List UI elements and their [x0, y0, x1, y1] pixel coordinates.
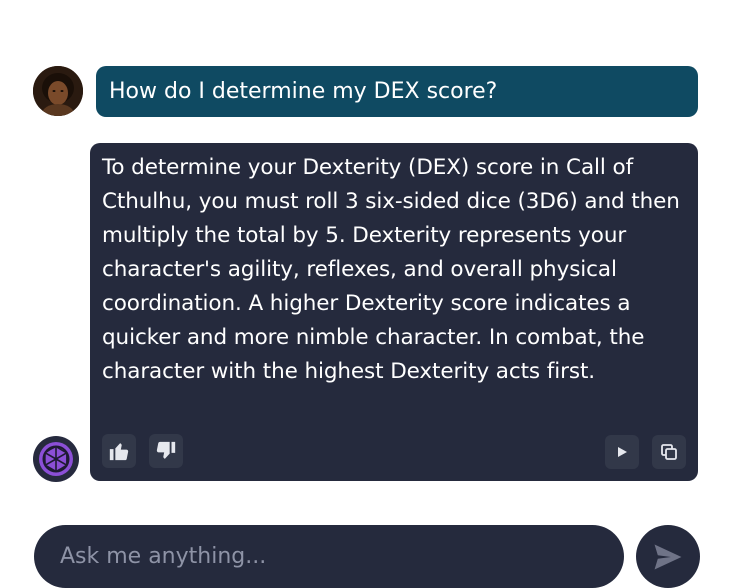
play-button[interactable] — [605, 435, 639, 469]
assistant-message: To determine your Dexterity (DEX) score … — [102, 155, 680, 384]
user-avatar — [33, 66, 83, 116]
message-input[interactable] — [60, 525, 600, 588]
user-message: How do I determine my DEX score? — [96, 66, 698, 117]
copy-icon — [661, 444, 677, 460]
like-button[interactable] — [102, 434, 136, 468]
thumbs-up-icon — [109, 443, 129, 461]
assistant-avatar — [33, 436, 79, 482]
composer — [34, 525, 624, 588]
assistant-logo-icon — [39, 442, 73, 476]
assistant-message-bubble: To determine your Dexterity (DEX) score … — [90, 143, 698, 481]
send-button[interactable] — [636, 525, 700, 588]
copy-button[interactable] — [652, 435, 686, 469]
send-icon — [654, 544, 682, 569]
play-icon — [618, 447, 627, 457]
dislike-button[interactable] — [149, 434, 183, 468]
thumbs-down-icon — [156, 441, 176, 459]
